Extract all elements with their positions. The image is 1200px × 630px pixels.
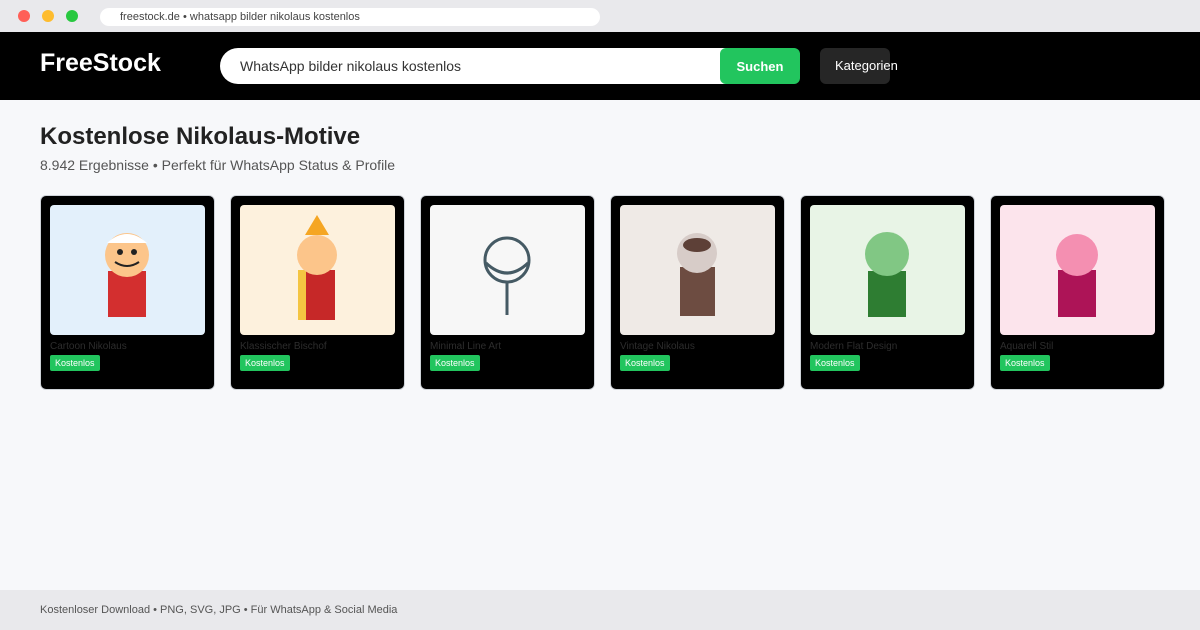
address-bar[interactable]: freestock.de • whatsapp bilder nikolaus … — [100, 8, 600, 26]
card-thumbnail — [430, 205, 585, 335]
browser-chrome: freestock.de • whatsapp bilder nikolaus … — [0, 0, 1200, 32]
right-eye-shape — [131, 249, 137, 255]
window-close-button[interactable] — [18, 10, 30, 22]
card-thumbnail — [1000, 205, 1155, 335]
free-badge: Kostenlos — [240, 355, 290, 371]
image-card-klassischer-bischof[interactable]: Klassischer Bischof Kostenlos — [230, 195, 405, 390]
free-badge: Kostenlos — [430, 355, 480, 371]
left-eye-shape — [117, 249, 123, 255]
card-title: Klassischer Bischof — [240, 341, 327, 352]
free-badge: Kostenlos — [810, 355, 860, 371]
hat-trim-shape — [107, 234, 147, 243]
hat-shape — [683, 238, 711, 252]
face-shape — [297, 235, 337, 275]
vintage-nikolaus-illustration — [677, 233, 717, 316]
search-bar: Suchen — [220, 48, 800, 84]
free-badge: Kostenlos — [1000, 355, 1050, 371]
robe-shape — [108, 271, 146, 317]
body-shape — [1058, 270, 1096, 317]
card-title: Modern Flat Design — [810, 341, 898, 352]
card-title: Minimal Line Art — [430, 341, 502, 352]
search-input[interactable] — [220, 48, 720, 84]
card-thumbnail — [240, 205, 395, 335]
free-badge: Kostenlos — [620, 355, 670, 371]
image-card-minimal-line-art[interactable]: Minimal Line Art Kostenlos — [420, 195, 595, 390]
image-card-vintage-nikolaus[interactable]: Vintage Nikolaus Kostenlos — [610, 195, 785, 390]
head-shape — [1056, 234, 1098, 276]
window-maximize-button[interactable] — [66, 10, 78, 22]
card-title: Cartoon Nikolaus — [50, 341, 127, 352]
head-outline-shape — [483, 236, 531, 284]
window-minimize-button[interactable] — [42, 10, 54, 22]
image-card-cartoon-nikolaus[interactable]: Cartoon Nikolaus Kostenlos — [40, 195, 215, 390]
robe-shape — [306, 270, 335, 320]
line-art-illustration — [483, 236, 531, 315]
card-thumbnail — [620, 205, 775, 335]
search-button[interactable]: Suchen — [720, 48, 800, 84]
site-header: FreeStock Suchen Kategorien — [0, 32, 1200, 100]
card-title: Aquarell Stil — [1000, 341, 1054, 352]
bishop-illustration — [297, 215, 337, 320]
card-thumbnail — [50, 205, 205, 335]
image-card-aquarell-stil[interactable]: Aquarell Stil Kostenlos — [990, 195, 1165, 390]
card-title: Vintage Nikolaus — [620, 341, 695, 352]
site-logo[interactable]: FreeStock — [40, 48, 161, 78]
beard-line-shape — [484, 261, 530, 275]
site-footer: Kostenloser Download • PNG, SVG, JPG • F… — [0, 590, 1200, 630]
robe-shape — [680, 267, 715, 316]
page-title: Kostenlose Nikolaus-Motive — [40, 123, 361, 150]
watercolor-illustration — [1056, 234, 1098, 317]
footer-info: Kostenloser Download • PNG, SVG, JPG • F… — [40, 604, 398, 616]
image-card-modern-flat-design[interactable]: Modern Flat Design Kostenlos — [800, 195, 975, 390]
mitre-icon — [305, 215, 329, 235]
head-shape — [865, 232, 909, 276]
results-summary: 8.942 Ergebnisse • Perfekt für WhatsApp … — [40, 157, 396, 173]
free-badge: Kostenlos — [50, 355, 100, 371]
flat-design-illustration — [865, 232, 909, 317]
card-thumbnail — [810, 205, 965, 335]
staff-shape — [298, 270, 306, 320]
cartoon-nikolaus-illustration — [105, 233, 149, 317]
categories-button[interactable]: Kategorien — [820, 48, 898, 84]
body-shape — [868, 271, 906, 317]
